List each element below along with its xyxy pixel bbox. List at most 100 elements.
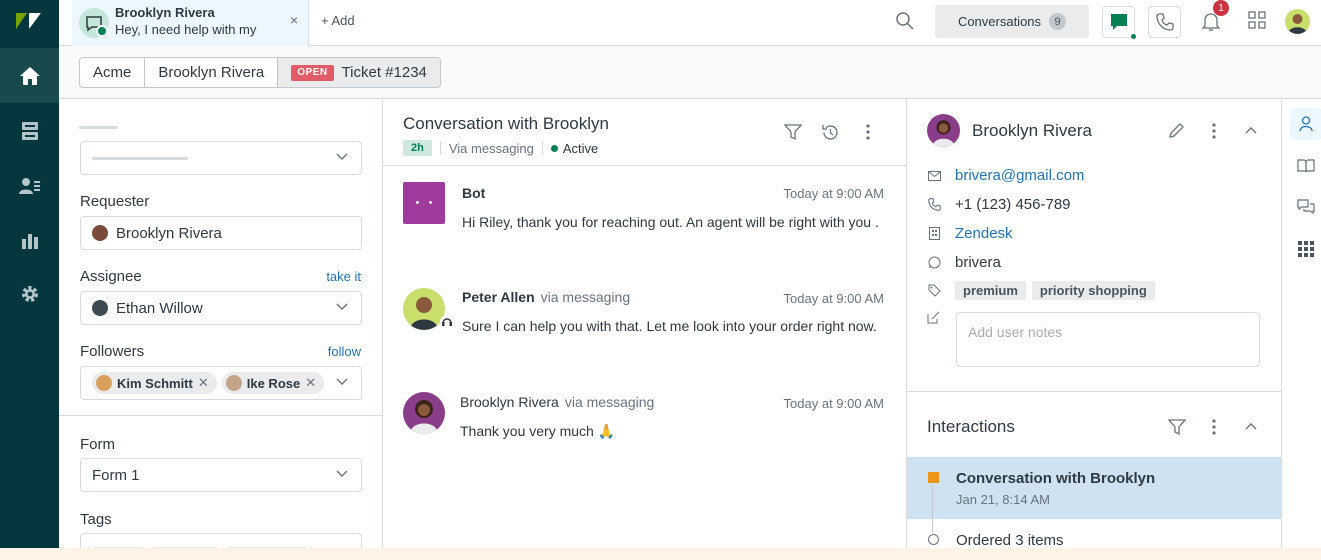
message-time: Today at 9:00 AM [783, 186, 884, 201]
ticket-tab[interactable]: Brooklyn Rivera Hey, I need help with my… [72, 0, 309, 46]
user-avatar-image [1288, 14, 1307, 34]
conversations-label: Conversations [957, 14, 1042, 29]
nav-reporting[interactable] [0, 212, 59, 268]
more-options-icon[interactable] [865, 123, 871, 141]
requester-value: Brooklyn Rivera [116, 224, 222, 242]
chat-channel-icon [79, 8, 109, 38]
message-time: Today at 9:00 AM [783, 396, 884, 411]
customer-organization-row: Zendesk [927, 225, 1013, 242]
customer-context-tab[interactable] [1290, 108, 1321, 140]
user-notes-input[interactable]: Add user notes [956, 312, 1260, 367]
online-status-dot [1129, 32, 1138, 41]
filter-icon[interactable] [1168, 418, 1186, 436]
follower-tag[interactable]: Kim Schmitt ✕ [92, 372, 217, 394]
more-options-icon[interactable] [1211, 418, 1217, 436]
notifications-count-badge: 1 [1213, 0, 1229, 16]
order-marker-icon [928, 534, 939, 545]
whatsapp-icon [927, 256, 941, 269]
customer-email[interactable]: brivera@gmail.com [955, 167, 1084, 184]
top-bar: Brooklyn Rivera Hey, I need help with my… [59, 0, 1321, 46]
customer-whatsapp-row: brivera [927, 254, 1001, 271]
current-user-avatar[interactable] [1285, 9, 1310, 34]
follower-avatar [225, 375, 242, 391]
message-author-name: Peter Allen [462, 289, 535, 305]
follower-tag[interactable]: Ike Rose ✕ [221, 372, 325, 394]
form-select[interactable]: Form 1 [80, 458, 362, 492]
loading-skeleton-bar [92, 156, 188, 160]
customer-tag-list: premium priority shopping [955, 281, 1161, 300]
nav-customers[interactable] [0, 158, 59, 214]
messaging-status-button[interactable] [1102, 6, 1138, 41]
customer-phone-row: +1 (123) 456-789 [927, 196, 1071, 213]
book-icon [1297, 159, 1315, 173]
agent-avatar [403, 288, 445, 330]
history-icon[interactable] [821, 123, 840, 142]
brand-select[interactable] [80, 141, 362, 175]
reporting-icon [21, 234, 38, 249]
conversation-channel: Via messaging [448, 140, 534, 156]
chevron-down-icon [336, 378, 348, 385]
products-grid-icon[interactable] [1248, 11, 1266, 29]
customer-organization[interactable]: Zendesk [955, 225, 1013, 242]
breadcrumb-requester[interactable]: Brooklyn Rivera [145, 58, 279, 87]
customer-phone: +1 (123) 456-789 [955, 196, 1071, 213]
add-tab-button[interactable]: + Add [321, 13, 355, 28]
tab-preview: Hey, I need help with my [115, 22, 257, 37]
interaction-item-selected[interactable]: Conversation with Brooklyn Jan 21, 8:14 … [907, 457, 1281, 519]
nav-admin[interactable] [0, 266, 59, 322]
conversations-button[interactable]: Conversations 9 [935, 5, 1089, 38]
nav-views[interactable] [0, 103, 59, 159]
organization-icon [927, 227, 941, 240]
conversation-marker-icon [928, 472, 939, 483]
take-it-link[interactable]: take it [326, 269, 361, 284]
message-body: Sure I can help you with that. Let me lo… [462, 318, 877, 334]
filter-icon[interactable] [784, 123, 802, 141]
followers-field[interactable]: Kim Schmitt ✕ Ike Rose ✕ [80, 366, 362, 400]
phone-button[interactable] [1148, 6, 1181, 38]
remove-follower-icon[interactable]: ✕ [198, 375, 209, 391]
chevron-up-icon[interactable] [1245, 126, 1257, 134]
message-channel: via messaging [540, 289, 631, 305]
more-options-icon[interactable] [1211, 122, 1217, 140]
meta-separator [439, 141, 441, 155]
nav-home[interactable] [0, 48, 59, 103]
chevron-up-icon[interactable] [1245, 422, 1257, 430]
apps-tab[interactable] [1290, 233, 1321, 265]
chevron-down-icon [336, 153, 348, 160]
meta-separator [541, 141, 543, 155]
conversations-count-badge: 9 [1049, 13, 1067, 30]
side-conversations-tab[interactable] [1290, 191, 1321, 223]
customer-tag[interactable]: premium [955, 281, 1026, 300]
breadcrumb-organization[interactable]: Acme [80, 58, 146, 87]
breadcrumb-ticket[interactable]: OPEN Ticket #1234 [278, 58, 440, 87]
assignee-select[interactable]: Ethan Willow [80, 291, 362, 325]
assignee-label: Assignee [80, 268, 142, 285]
assignee-value: Ethan Willow [116, 299, 203, 317]
follow-link[interactable]: follow [328, 344, 361, 359]
tags-label: Tags [80, 511, 112, 528]
customers-icon [18, 178, 40, 194]
edit-icon[interactable] [1168, 122, 1185, 139]
ticket-properties-panel: Requester Brooklyn Rivera Assignee take … [59, 99, 383, 560]
bottom-edge [0, 548, 1321, 560]
follower-name: Ike Rose [246, 375, 301, 391]
message-author: Peter Allen via messaging [462, 289, 630, 305]
search-icon[interactable] [895, 11, 915, 31]
breadcrumb: Acme Brooklyn Rivera OPEN Ticket #1234 [79, 57, 441, 88]
customer-tag[interactable]: priority shopping [1031, 281, 1155, 300]
remove-follower-icon[interactable]: ✕ [305, 375, 316, 391]
conversation-status: Active [550, 141, 598, 156]
tab-close-button[interactable]: × [290, 12, 298, 28]
customer-name: Brooklyn Rivera [972, 121, 1092, 140]
conversation-age-badge: 2h [403, 140, 432, 156]
requester-field[interactable]: Brooklyn Rivera [80, 216, 362, 250]
notes-icon [927, 311, 940, 324]
conversation-header: Conversation with Brooklyn 2h Via messag… [383, 99, 906, 166]
active-dot [550, 144, 558, 152]
conversation-meta: 2h Via messaging Active [403, 140, 598, 156]
apps-icon [1298, 241, 1314, 257]
knowledge-tab[interactable] [1290, 150, 1321, 182]
phone-icon [927, 198, 941, 211]
user-notes-placeholder: Add user notes [968, 324, 1063, 340]
email-icon [927, 170, 941, 181]
